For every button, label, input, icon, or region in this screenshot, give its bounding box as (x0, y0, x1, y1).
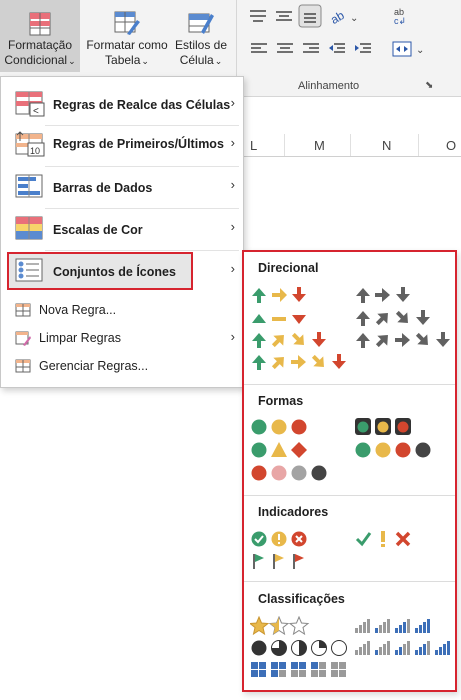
menu-item-color-scales[interactable]: Escalas de Cor › (1, 208, 243, 250)
icon-set-4-traffic-lights[interactable] (354, 440, 434, 460)
icon-set-3-traffic-lights-rimmed[interactable] (354, 417, 424, 437)
orientation-icon[interactable]: ab ⌄ (328, 6, 358, 26)
menu-item-icon-sets[interactable]: Conjuntos de Ícones › (1, 252, 243, 290)
cell-styles-line2: Célula (179, 53, 214, 67)
icon-set-4-arrows-colored[interactable] (250, 330, 330, 352)
column-o-header[interactable]: O (446, 138, 456, 153)
icon-sets-submenu: Direcional Formas Indicadores Classifica… (242, 250, 457, 692)
data-bars-icon (15, 174, 43, 198)
icon-set-5-ratings[interactable] (354, 638, 454, 658)
icon-set-4-arrows-gray[interactable] (354, 308, 434, 330)
format-table-line1: Formatar como (86, 38, 168, 52)
menu-item-label: Regras de Primeiros/Últimos (53, 137, 224, 151)
section-header-shapes: Formas (258, 394, 304, 408)
icon-set-3-arrows-gray[interactable] (354, 285, 424, 307)
icon-set-4-ratings[interactable] (354, 616, 434, 636)
menu-item-label: Gerenciar Regras... (39, 359, 149, 373)
icon-set-5-arrows-gray[interactable] (354, 330, 454, 352)
align-top-icon[interactable] (248, 8, 268, 24)
align-left-icon[interactable] (250, 42, 268, 56)
chevron-down-icon: ⌄ (68, 56, 76, 66)
format-as-table-button[interactable]: Formatar como Tabela⌄ (83, 0, 171, 72)
highlight-cells-icon: < (15, 91, 45, 117)
section-header-ratings: Classificações (258, 592, 345, 606)
chevron-right-icon: › (230, 219, 235, 234)
column-n-header[interactable]: N (382, 138, 391, 153)
align-center-icon[interactable] (276, 42, 294, 56)
menu-item-label: Escalas de Cor (53, 223, 143, 237)
menu-item-label: Nova Regra... (39, 303, 117, 317)
cell-styles-line1: Estilos de (174, 38, 228, 52)
alignment-group-label: Alinhamento (298, 80, 360, 92)
menu-item-label: Barras de Dados (53, 181, 153, 195)
menu-item-manage-rules[interactable]: Gerenciar Regras... (1, 355, 243, 377)
svg-text:⌄: ⌄ (350, 13, 358, 24)
increase-indent-icon[interactable] (354, 42, 372, 56)
cond-format-line2: Condicional (4, 53, 68, 67)
menu-item-new-rule[interactable]: Nova Regra... (1, 299, 243, 321)
conditional-formatting-button[interactable]: Formatação Condicional⌄ (0, 0, 80, 72)
menu-item-top-bottom-rules[interactable]: 10 Regras de Primeiros/Últimos › (1, 125, 243, 167)
chevron-down-icon: ⌄ (214, 56, 223, 66)
merge-center-icon[interactable]: ⌄ (392, 40, 428, 58)
svg-text:ab: ab (328, 8, 347, 26)
icon-set-5-boxes[interactable] (250, 660, 350, 680)
svg-text:c↲: c↲ (394, 16, 406, 26)
format-table-line2: Tabela (105, 53, 141, 67)
svg-text:⌄: ⌄ (416, 45, 424, 56)
chevron-right-icon: › (230, 177, 235, 192)
icon-set-3-arrows-colored[interactable] (250, 285, 320, 307)
chevron-right-icon: › (230, 95, 235, 110)
svg-text:10: 10 (30, 146, 40, 156)
menu-item-data-bars[interactable]: Barras de Dados › (1, 166, 243, 208)
chevron-right-icon: › (230, 135, 235, 150)
cell-styles-button[interactable]: Estilos de Célula⌄ (172, 0, 230, 72)
column-l-header[interactable]: L (250, 138, 257, 153)
manage-rules-icon (15, 359, 31, 373)
icon-set-5-quarters[interactable] (250, 638, 350, 658)
icon-sets-icon (15, 258, 43, 282)
icon-set-5-arrows-colored[interactable] (250, 352, 350, 374)
color-scales-icon (15, 216, 43, 240)
icon-set-3-stars[interactable] (250, 616, 320, 636)
align-bottom-icon[interactable] (298, 4, 322, 28)
column-m-header[interactable]: M (314, 138, 325, 153)
chevron-right-icon: › (230, 261, 235, 276)
cell-styles-icon (188, 13, 214, 34)
menu-item-clear-rules[interactable]: Limpar Regras › (1, 327, 243, 349)
top-bottom-icon: 10 (15, 131, 45, 157)
conditional-formatting-menu: < Regras de Realce das Células › 10 Regr… (0, 76, 244, 388)
icon-set-3-flags[interactable] (250, 551, 320, 571)
cond-format-line1: Formatação (7, 38, 73, 52)
section-header-indicators: Indicadores (258, 505, 329, 519)
decrease-indent-icon[interactable] (328, 42, 346, 56)
svg-text:<: < (33, 106, 39, 117)
menu-item-label: Conjuntos de Ícones (53, 265, 176, 279)
format-table-icon (114, 11, 140, 35)
clear-rules-icon (15, 331, 31, 346)
menu-item-label: Regras de Realce das Células (53, 98, 231, 112)
icon-set-3-signs[interactable] (250, 440, 320, 460)
menu-item-highlight-cells-rules[interactable]: < Regras de Realce das Células › (1, 83, 243, 125)
new-rule-icon (15, 303, 31, 317)
icon-set-3-symbols-circled[interactable] (250, 529, 320, 549)
align-right-icon[interactable] (302, 42, 320, 56)
section-header-directional: Direcional (258, 261, 319, 275)
chevron-down-icon: ⌄ (141, 56, 149, 66)
conditional-formatting-icon (29, 12, 51, 36)
icon-set-4-red-to-black[interactable] (250, 463, 330, 483)
menu-item-label: Limpar Regras (39, 331, 121, 345)
align-middle-icon[interactable] (274, 8, 294, 24)
icon-set-3-triangles[interactable] (250, 309, 320, 329)
dialog-launcher-icon[interactable]: ⬊ (425, 80, 433, 91)
icon-set-3-traffic-lights[interactable] (250, 417, 320, 437)
chevron-right-icon: › (230, 329, 235, 344)
wrap-text-icon[interactable]: abc↲ (392, 6, 412, 26)
icon-set-3-symbols[interactable] (354, 529, 424, 549)
